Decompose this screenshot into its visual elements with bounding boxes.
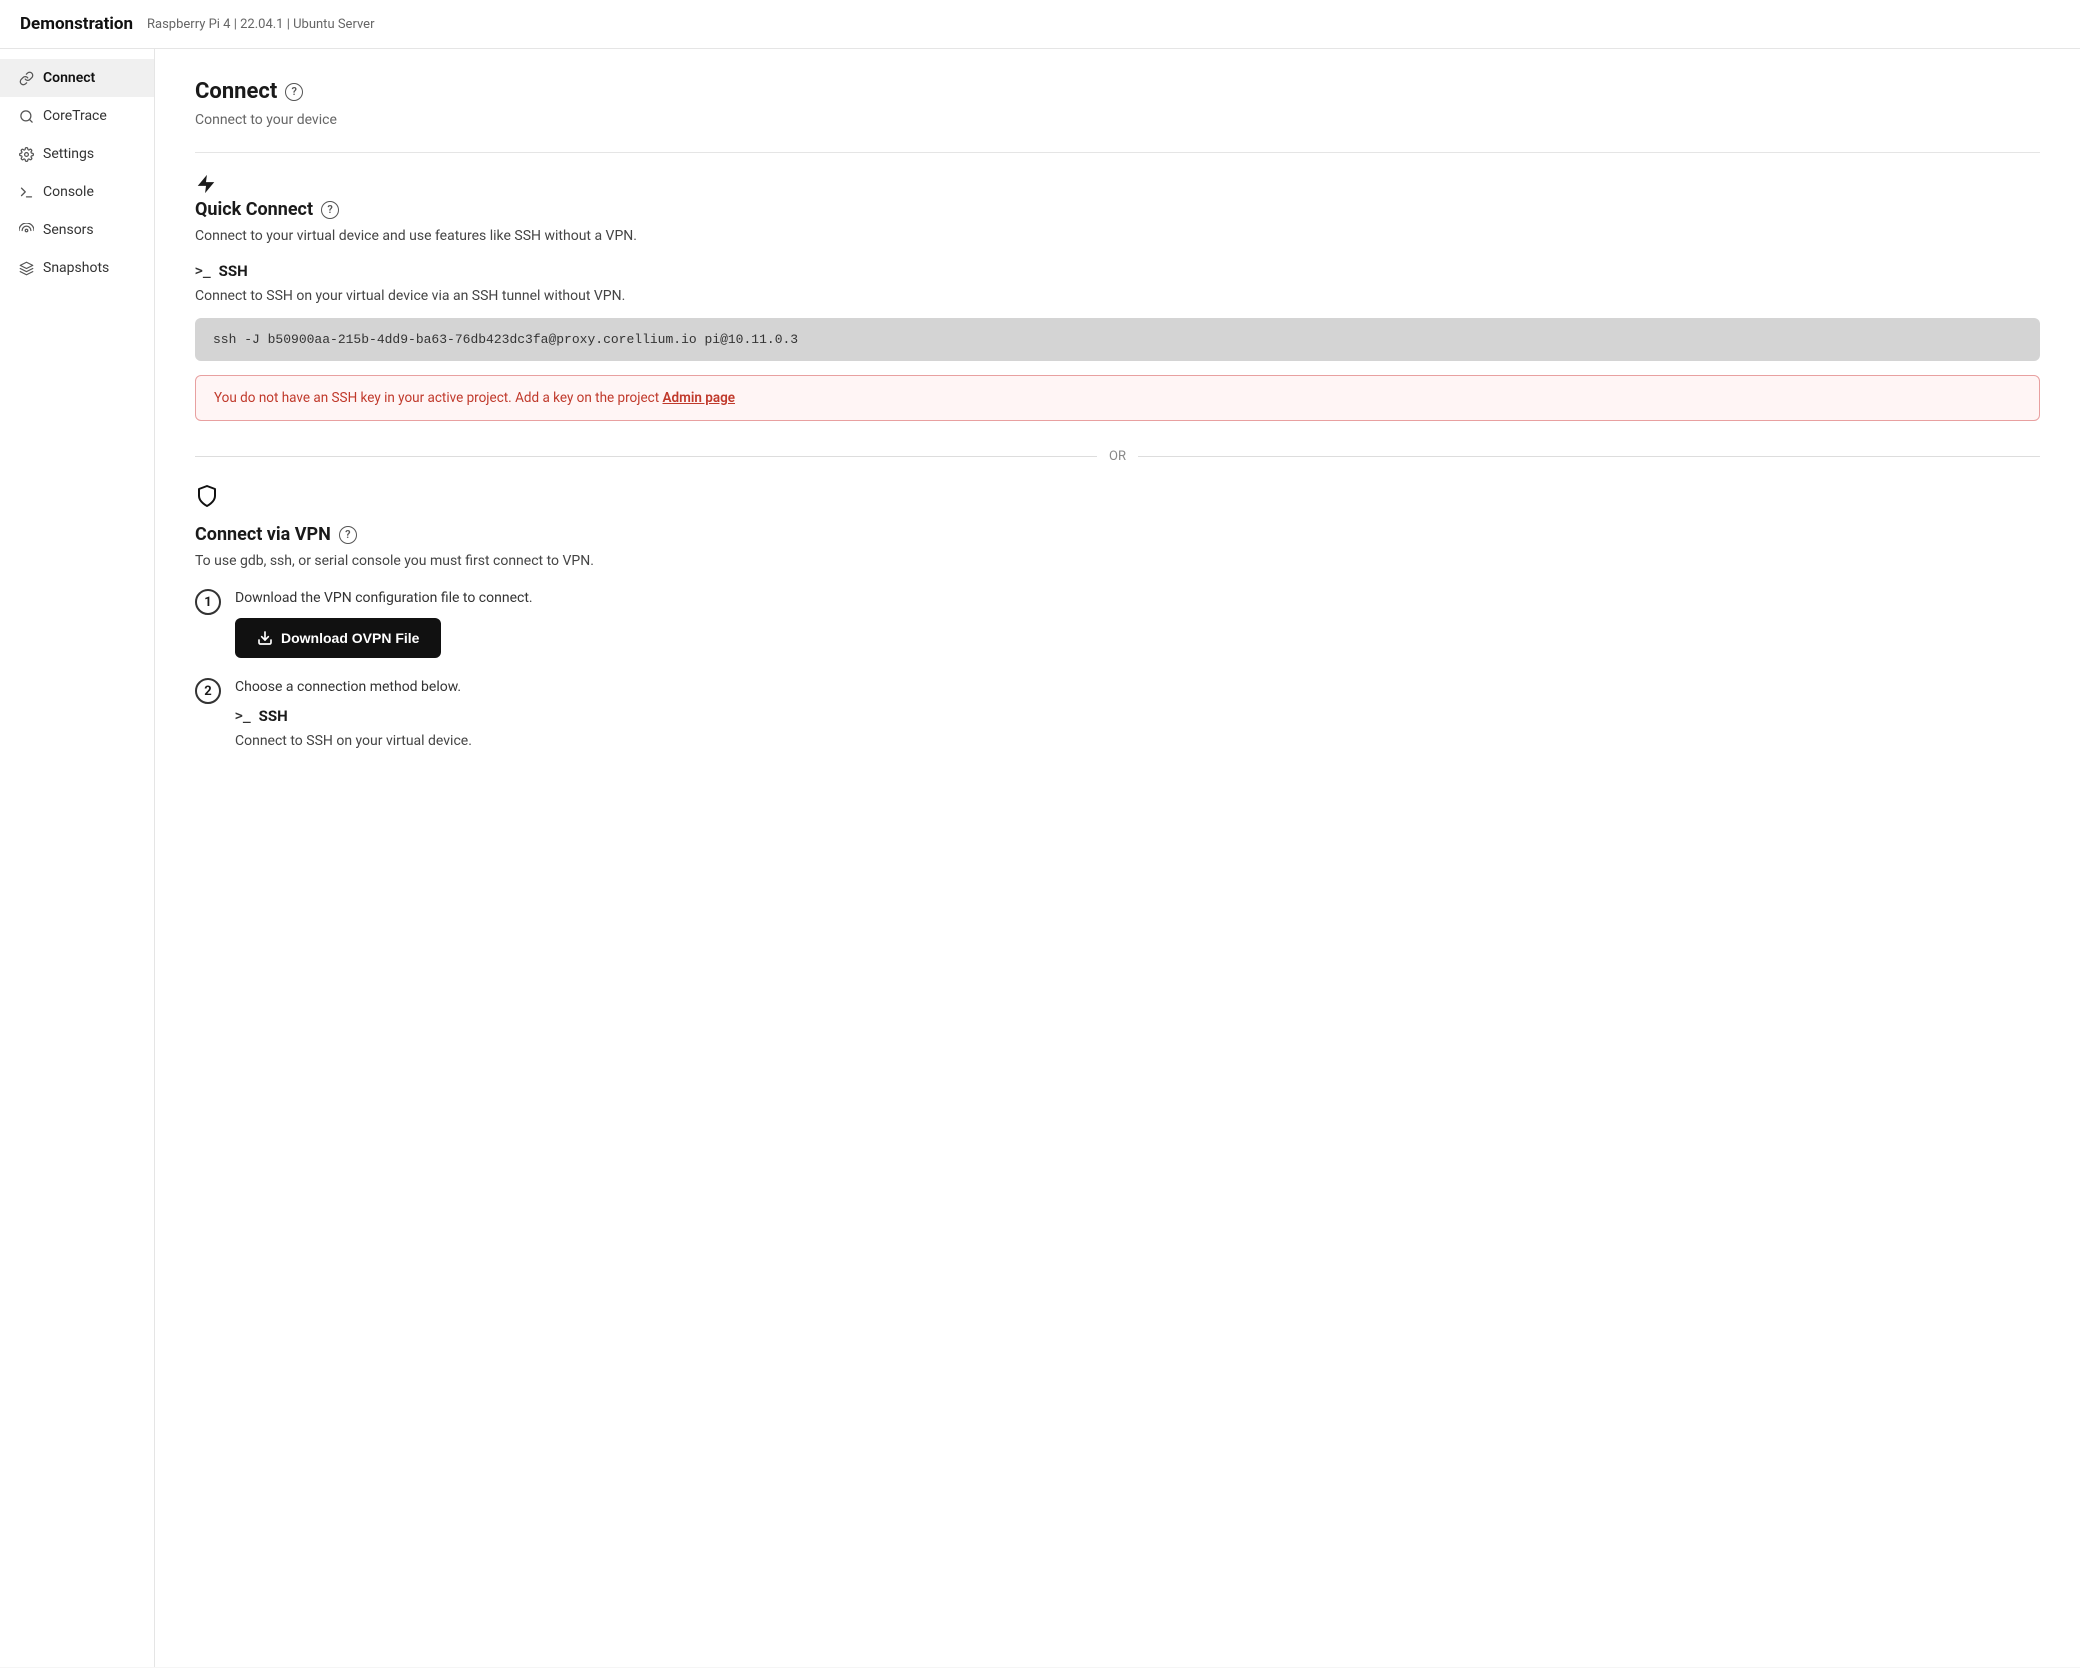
ssh-description: Connect to SSH on your virtual device vi… [195, 288, 2040, 304]
wifi-icon [18, 222, 34, 238]
ssh-title: SSH [219, 262, 248, 280]
vpn-ssh-title: SSH [259, 707, 288, 725]
sidebar-item-settings[interactable]: Settings [0, 135, 154, 173]
lightning-icon [195, 173, 2040, 199]
link-icon [18, 70, 34, 86]
page-title: Connect [195, 79, 277, 104]
ssh-title-row: >_ SSH [195, 262, 2040, 280]
sidebar-item-coretrace[interactable]: CoreTrace [0, 97, 154, 135]
gear-icon [18, 146, 34, 162]
step-1-content: Download the VPN configuration file to c… [235, 587, 2040, 658]
page-subtitle: Connect to your device [195, 112, 2040, 128]
vpn-ssh-desc: Connect to SSH on your virtual device. [235, 733, 2040, 749]
sidebar-item-sensors-label: Sensors [43, 222, 94, 238]
vpn-step-1: 1 Download the VPN configuration file to… [195, 587, 2040, 658]
vpn-section: Connect via VPN ? To use gdb, ssh, or se… [195, 484, 2040, 763]
sidebar-item-snapshots-label: Snapshots [43, 260, 109, 276]
vpn-step-2: 2 Choose a connection method below. >_ S… [195, 676, 2040, 763]
sidebar-item-sensors[interactable]: Sensors [0, 211, 154, 249]
sidebar-item-settings-label: Settings [43, 146, 94, 162]
step-1-number: 1 [195, 589, 221, 615]
download-ovpn-label: Download OVPN File [281, 630, 419, 646]
sidebar-item-snapshots[interactable]: Snapshots [0, 249, 154, 287]
vpn-ssh-terminal-icon: >_ [235, 709, 251, 724]
sidebar-item-console[interactable]: Console [0, 173, 154, 211]
quick-connect-section: Quick Connect ? Connect to your virtual … [195, 173, 2040, 421]
layers-icon [18, 260, 34, 276]
title-divider [195, 152, 2040, 153]
quick-connect-help-icon[interactable]: ? [321, 201, 339, 219]
vpn-title-row: Connect via VPN ? [195, 524, 2040, 545]
or-divider: OR [195, 449, 2040, 464]
download-icon [257, 630, 273, 646]
quick-connect-title: Quick Connect [195, 199, 313, 220]
step-2-number: 2 [195, 678, 221, 704]
device-meta: Raspberry Pi 4 | 22.04.1 | Ubuntu Server [145, 17, 376, 32]
shield-icon [195, 484, 2040, 514]
layout: Connect CoreTrace Settings [0, 49, 2080, 1667]
step-1-label: Download the VPN configuration file to c… [235, 590, 2040, 606]
step-2-content: Choose a connection method below. >_ SSH… [235, 676, 2040, 763]
app-title: Demonstration [20, 14, 133, 34]
warning-text: You do not have an SSH key in your activ… [214, 390, 662, 406]
main-content: Connect ? Connect to your device Quick C… [155, 49, 2080, 1667]
vpn-title: Connect via VPN [195, 524, 331, 545]
ssh-terminal-icon: >_ [195, 264, 211, 279]
ssh-warning-box: You do not have an SSH key in your activ… [195, 375, 2040, 421]
vpn-help-icon[interactable]: ? [339, 526, 357, 544]
header: Demonstration Raspberry Pi 4 | 22.04.1 |… [0, 0, 2080, 49]
ssh-command: ssh -J b50900aa-215b-4dd9-ba63-76db423dc… [213, 332, 798, 347]
ssh-command-box[interactable]: ssh -J b50900aa-215b-4dd9-ba63-76db423dc… [195, 318, 2040, 361]
download-ovpn-button[interactable]: Download OVPN File [235, 618, 441, 658]
search-icon [18, 108, 34, 124]
sidebar-item-console-label: Console [43, 184, 94, 200]
step-2-label: Choose a connection method below. [235, 679, 2040, 695]
or-text: OR [1109, 449, 1126, 464]
quick-connect-description: Connect to your virtual device and use f… [195, 228, 2040, 244]
page-title-row: Connect ? [195, 79, 2040, 104]
sidebar: Connect CoreTrace Settings [0, 49, 155, 1667]
sidebar-item-connect-label: Connect [43, 70, 95, 86]
sidebar-item-connect[interactable]: Connect [0, 59, 154, 97]
vpn-ssh-title-row: >_ SSH [235, 707, 2040, 725]
admin-page-link[interactable]: Admin page [662, 390, 735, 406]
quick-connect-title-row: Quick Connect ? [195, 199, 2040, 220]
console-icon [18, 184, 34, 200]
vpn-description: To use gdb, ssh, or serial console you m… [195, 553, 2040, 569]
page-title-help-icon[interactable]: ? [285, 83, 303, 101]
ssh-subsection: >_ SSH Connect to SSH on your virtual de… [195, 262, 2040, 421]
sidebar-item-coretrace-label: CoreTrace [43, 108, 107, 124]
